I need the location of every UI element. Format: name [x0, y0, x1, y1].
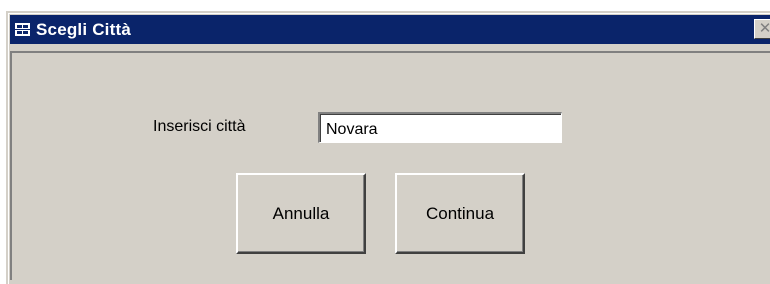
dialog-window: Scegli Città ✕ Inserisci città Annulla C…	[6, 11, 770, 284]
dialog-body: Inserisci città Annulla Continua	[10, 51, 770, 280]
title-bar[interactable]: Scegli Città ✕	[10, 15, 770, 44]
continue-button[interactable]: Continua	[395, 173, 525, 254]
close-button[interactable]: ✕	[754, 19, 770, 39]
form-icon	[15, 23, 30, 36]
cancel-button[interactable]: Annulla	[236, 173, 366, 254]
city-label: Inserisci città	[153, 118, 246, 135]
city-input[interactable]	[318, 112, 562, 143]
window-title: Scegli Città	[36, 19, 131, 39]
close-icon: ✕	[759, 20, 770, 37]
